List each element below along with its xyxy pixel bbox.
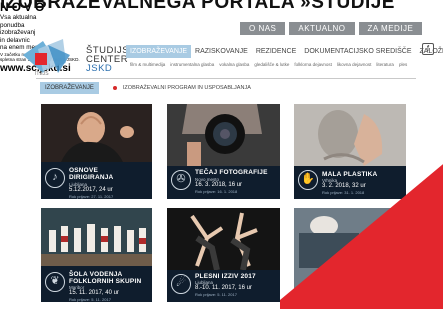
card-deadline: Rok prijave: 5. 11. 2017: [195, 292, 237, 297]
film-camera-icon: ✇: [171, 170, 191, 190]
facebook-icon[interactable]: f: [422, 43, 434, 55]
top-nav-aktualno[interactable]: AKTUALNO: [289, 22, 355, 35]
main-nav: IZOBRAŽEVANJE RAZISKOVANJE REZIDENCE DOK…: [126, 45, 443, 58]
course-card-plesni-izziv[interactable]: ☄ PLESNI IZZIV 2017 Ljubljana 8.-10. 11.…: [167, 208, 280, 302]
breadcrumb-page: IZOBRAŽEVALNI PROGRAM IN USPOSABLJANJA: [122, 85, 251, 91]
header-divider: [36, 78, 416, 79]
jskd-logo[interactable]: ITEJS: [18, 37, 88, 77]
main-nav-dokumentacijsko[interactable]: DOKUMENTACIJSKO SREDIŠČE: [300, 45, 415, 58]
card-date: 5.12.2017, 24 ur: [69, 187, 113, 193]
course-card-dirigiranje[interactable]: ♪ OSNOVE DIRIGIRANJA Ljubljana 5.12.2017,…: [41, 104, 152, 199]
sub-nav-item[interactable]: instrumentalna glasba: [170, 62, 214, 67]
top-nav-o-nas[interactable]: O NAS: [240, 22, 286, 35]
card-title: PLESNI IZZIV 2017: [195, 273, 256, 280]
card-info: ♪ OSNOVE DIRIGIRANJA Ljubljana 5.12.2017,…: [41, 162, 152, 199]
top-nav: O NAS AKTUALNO ZA MEDIJE: [240, 22, 423, 35]
card-info: ☄ PLESNI IZZIV 2017 Ljubljana 8.-10. 11.…: [167, 270, 280, 302]
sub-nav-item[interactable]: ples: [399, 62, 407, 67]
card-date: 15. 11. 2017, 40 ur: [69, 290, 119, 296]
conductor-photo: [41, 104, 152, 162]
photographer-photo: [167, 104, 280, 166]
sub-nav-item[interactable]: literatura: [376, 62, 394, 67]
card-date: 8.-10. 11. 2017, 16 ur: [195, 285, 252, 291]
main-nav-izobrazevanje[interactable]: IZOBRAŽEVANJE: [126, 45, 192, 58]
card-title: ŠOLA VODENJA FOLKLORNIH SKUPIN: [69, 271, 142, 285]
card-deadline: Rok prijave: 16. 1. 2018: [195, 189, 238, 194]
top-nav-za-medije[interactable]: ZA MEDIJE: [358, 22, 423, 35]
sub-nav-item[interactable]: gledališče & lutke: [254, 62, 289, 67]
card-info: ✇ TEČAJ FOTOGRAFIJE Novo mesto 16. 3. 20…: [167, 166, 280, 199]
breadcrumb-section[interactable]: IZOBRAŽEVANJE: [40, 82, 99, 94]
sub-nav-item[interactable]: film & multimedija: [130, 62, 165, 67]
card-info: ❦ ŠOLA VODENJA FOLKLORNIH SKUPIN Maribor …: [41, 266, 152, 302]
folk-instrument-icon: ❦: [45, 272, 65, 292]
folklore-dancers-photo: [41, 208, 152, 266]
main-nav-rezidence[interactable]: REZIDENCE: [252, 45, 300, 58]
sub-nav-item[interactable]: folklorna dejavnost: [294, 62, 332, 67]
bullet-icon: [112, 86, 117, 90]
breadcrumb: IZOBRAŽEVANJE IZOBRAŽEVALNI PROGRAM IN U…: [40, 82, 251, 94]
card-date: 16. 3. 2018, 16 ur: [195, 182, 243, 188]
conductor-icon: ♪: [45, 168, 65, 188]
card-title: TEČAJ FOTOGRAFIJE: [195, 169, 268, 176]
sub-nav-item[interactable]: vokalna glasba: [219, 62, 249, 67]
svg-text:ITEJS: ITEJS: [35, 71, 49, 77]
card-deadline: Rok prijave: 5. 11. 2017: [69, 297, 111, 302]
screenshot: IZOBRAŽEVALNEGA PORTALA »ŠTUDIJE O NAS A…: [0, 0, 443, 309]
dancers-photo: [167, 208, 280, 270]
article-headline: IZOBRAŽEVALNEGA PORTALA »ŠTUDIJE: [0, 0, 395, 13]
course-card-fotografija[interactable]: ✇ TEČAJ FOTOGRAFIJE Novo mesto 16. 3. 20…: [167, 104, 280, 199]
card-title: OSNOVE DIRIGIRANJA: [69, 167, 114, 181]
sub-nav: film & multimedija instrumentalna glasba…: [130, 62, 407, 67]
course-card-folklora[interactable]: ❦ ŠOLA VODENJA FOLKLORNIH SKUPIN Maribor …: [41, 208, 152, 302]
promo-banner[interactable]: [280, 150, 443, 309]
dancer-icon: ☄: [171, 274, 191, 294]
main-nav-raziskovanje[interactable]: RAZISKOVANJE: [191, 45, 252, 58]
card-deadline: Rok prijave: 27. 11. 2017: [69, 194, 114, 199]
sub-nav-item[interactable]: likovna dejavnost: [337, 62, 372, 67]
